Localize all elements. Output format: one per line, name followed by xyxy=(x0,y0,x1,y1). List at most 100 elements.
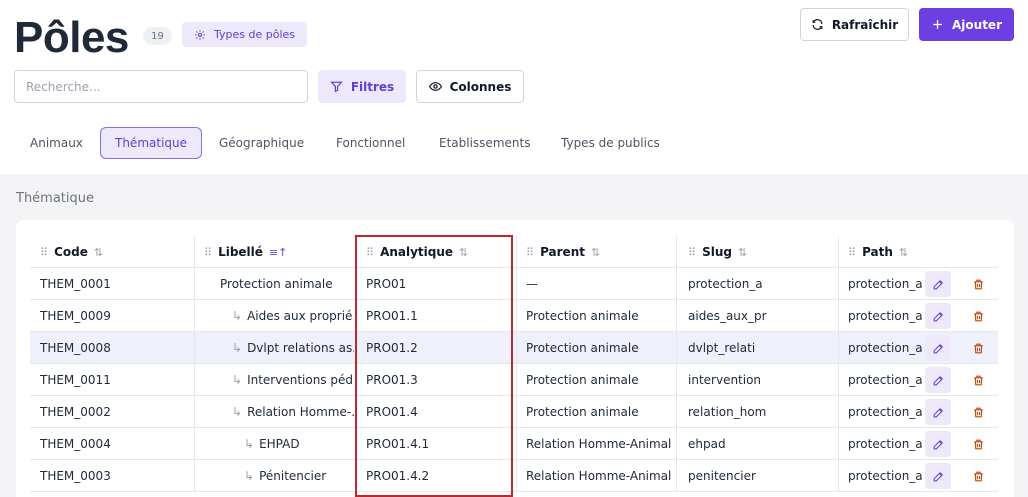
cell-analytique: PRO01.3 xyxy=(366,364,514,396)
edit-button[interactable] xyxy=(925,463,951,489)
column-header-analytique[interactable]: ⠿ Analytique ⇅ xyxy=(366,236,516,268)
cell-slug: protection_a xyxy=(688,268,836,300)
tab-types-de-publics[interactable]: Types de publics xyxy=(561,127,660,159)
drag-handle-icon[interactable]: ⠿ xyxy=(688,246,696,259)
cell-libelle-text: Interventions péd... xyxy=(247,373,354,387)
filters-button[interactable]: Filtres xyxy=(318,70,406,103)
filters-label: Filtres xyxy=(350,79,395,94)
cell-parent: Protection animale xyxy=(526,364,674,396)
column-divider xyxy=(516,300,517,332)
tab-geographique[interactable]: Géographique xyxy=(219,127,304,159)
cell-parent: Protection animale xyxy=(526,300,674,332)
column-header-label: Slug xyxy=(702,245,732,259)
column-header-label: Libellé xyxy=(218,245,263,259)
tab-etablissements[interactable]: Etablissements xyxy=(439,127,530,159)
refresh-icon xyxy=(811,18,824,31)
delete-button[interactable] xyxy=(965,303,991,329)
delete-button[interactable] xyxy=(965,431,991,457)
delete-button[interactable] xyxy=(965,271,991,297)
column-header-code[interactable]: ⠿ Code ⇅ xyxy=(40,236,190,268)
cell-path: protection_a xyxy=(848,460,922,492)
delete-button[interactable] xyxy=(965,463,991,489)
column-divider xyxy=(838,268,839,300)
search-input[interactable] xyxy=(14,70,308,103)
drag-handle-icon[interactable]: ⠿ xyxy=(40,246,48,259)
edit-button[interactable] xyxy=(925,431,951,457)
table-row[interactable]: THEM_0011 ↳ Interventions péd... PRO01.3 Pro… xyxy=(30,364,998,396)
edit-button[interactable] xyxy=(925,271,951,297)
cell-path-text: protection_a xyxy=(848,309,922,323)
table-row[interactable]: THEM_0004 ↳ EHPAD PRO01.4.1 Relation Homme-A… xyxy=(30,428,998,460)
delete-button[interactable] xyxy=(965,335,991,361)
cell-path: protection_a xyxy=(848,300,922,332)
edit-button[interactable] xyxy=(925,303,951,329)
refresh-button[interactable]: Rafraîchir xyxy=(800,8,909,41)
column-header-libelle[interactable]: ⠿ Libellé ≡↑ xyxy=(204,236,354,268)
column-divider xyxy=(356,236,357,268)
trash-icon xyxy=(972,374,985,387)
cell-path-text: protection_a xyxy=(848,437,922,451)
cell-code-text: THEM_0008 xyxy=(40,341,111,355)
page-title: Pôles xyxy=(14,13,129,62)
types-de-poles-button[interactable]: Types de pôles xyxy=(182,22,308,47)
edit-button[interactable] xyxy=(925,335,951,361)
column-divider xyxy=(676,396,677,428)
column-divider xyxy=(356,428,357,460)
edit-button[interactable] xyxy=(925,399,951,425)
cell-slug: intervention xyxy=(688,364,836,396)
cell-path: protection_a xyxy=(848,396,922,428)
tree-branch-icon: ↳ xyxy=(232,309,243,323)
cell-slug: relation_hom xyxy=(688,396,836,428)
cell-code-text: THEM_0001 xyxy=(40,277,111,291)
cell-slug: ehpad xyxy=(688,428,836,460)
add-button[interactable]: Ajouter xyxy=(919,8,1014,41)
cell-analytique-text: PRO01.4 xyxy=(366,405,418,419)
tab-animaux[interactable]: Animaux xyxy=(30,127,83,159)
tab-thematique[interactable]: Thématique xyxy=(100,127,203,159)
cell-libelle: ↳ Interventions péd... xyxy=(232,364,354,396)
sort-icon[interactable]: ⇅ xyxy=(899,246,908,259)
cell-parent-text: Relation Homme-Animal xyxy=(526,469,672,483)
table-row[interactable]: THEM_0002 ↳ Relation Homme-... PRO01.4 Prote… xyxy=(30,396,998,428)
table-row[interactable]: THEM_0003 ↳ Pénitencier PRO01.4.2 Relation H… xyxy=(30,460,998,492)
sort-ascending-icon[interactable]: ≡↑ xyxy=(269,246,287,259)
column-header-parent[interactable]: ⠿ Parent ⇅ xyxy=(526,236,676,268)
column-divider xyxy=(194,332,195,364)
sort-icon[interactable]: ⇅ xyxy=(459,246,468,259)
column-divider xyxy=(194,236,195,268)
sort-icon[interactable]: ⇅ xyxy=(94,246,103,259)
table-row[interactable]: THEM_0009 ↳ Aides aux proprié... PRO01.1 Pro… xyxy=(30,300,998,332)
column-header-path[interactable]: ⠿ Path ⇅ xyxy=(848,236,928,268)
cell-libelle-text: Dvlpt relations as... xyxy=(247,341,354,355)
column-header-label: Analytique xyxy=(380,245,454,259)
cell-path-text: protection_a xyxy=(848,469,922,483)
columns-button[interactable]: Colonnes xyxy=(416,70,524,103)
trash-icon xyxy=(972,310,985,323)
trash-icon xyxy=(972,342,985,355)
drag-handle-icon[interactable]: ⠿ xyxy=(526,246,534,259)
column-divider xyxy=(838,364,839,396)
drag-handle-icon[interactable]: ⠿ xyxy=(848,246,856,259)
tab-fonctionnel[interactable]: Fonctionnel xyxy=(336,127,405,159)
cell-slug-text: intervention xyxy=(688,373,762,387)
column-divider xyxy=(194,300,195,332)
table-row[interactable]: THEM_0001 Protection animale PRO01 — protect… xyxy=(30,268,998,300)
column-divider xyxy=(676,268,677,300)
edit-icon xyxy=(932,310,945,323)
delete-button[interactable] xyxy=(965,399,991,425)
column-divider xyxy=(356,364,357,396)
cell-code: THEM_0008 xyxy=(40,332,190,364)
sort-icon[interactable]: ⇅ xyxy=(738,246,747,259)
delete-button[interactable] xyxy=(965,367,991,393)
table-row[interactable]: THEM_0008 ↳ Dvlpt relations as... PRO01.2 Pr… xyxy=(30,332,998,364)
drag-handle-icon[interactable]: ⠿ xyxy=(366,246,374,259)
drag-handle-icon[interactable]: ⠿ xyxy=(204,246,212,259)
edit-button[interactable] xyxy=(925,367,951,393)
column-divider xyxy=(194,268,195,300)
column-divider xyxy=(356,332,357,364)
column-divider xyxy=(194,364,195,396)
sort-icon[interactable]: ⇅ xyxy=(591,246,600,259)
column-header-slug[interactable]: ⠿ Slug ⇅ xyxy=(688,236,838,268)
edit-icon xyxy=(932,278,945,291)
cell-slug-text: penitencier xyxy=(688,469,756,483)
